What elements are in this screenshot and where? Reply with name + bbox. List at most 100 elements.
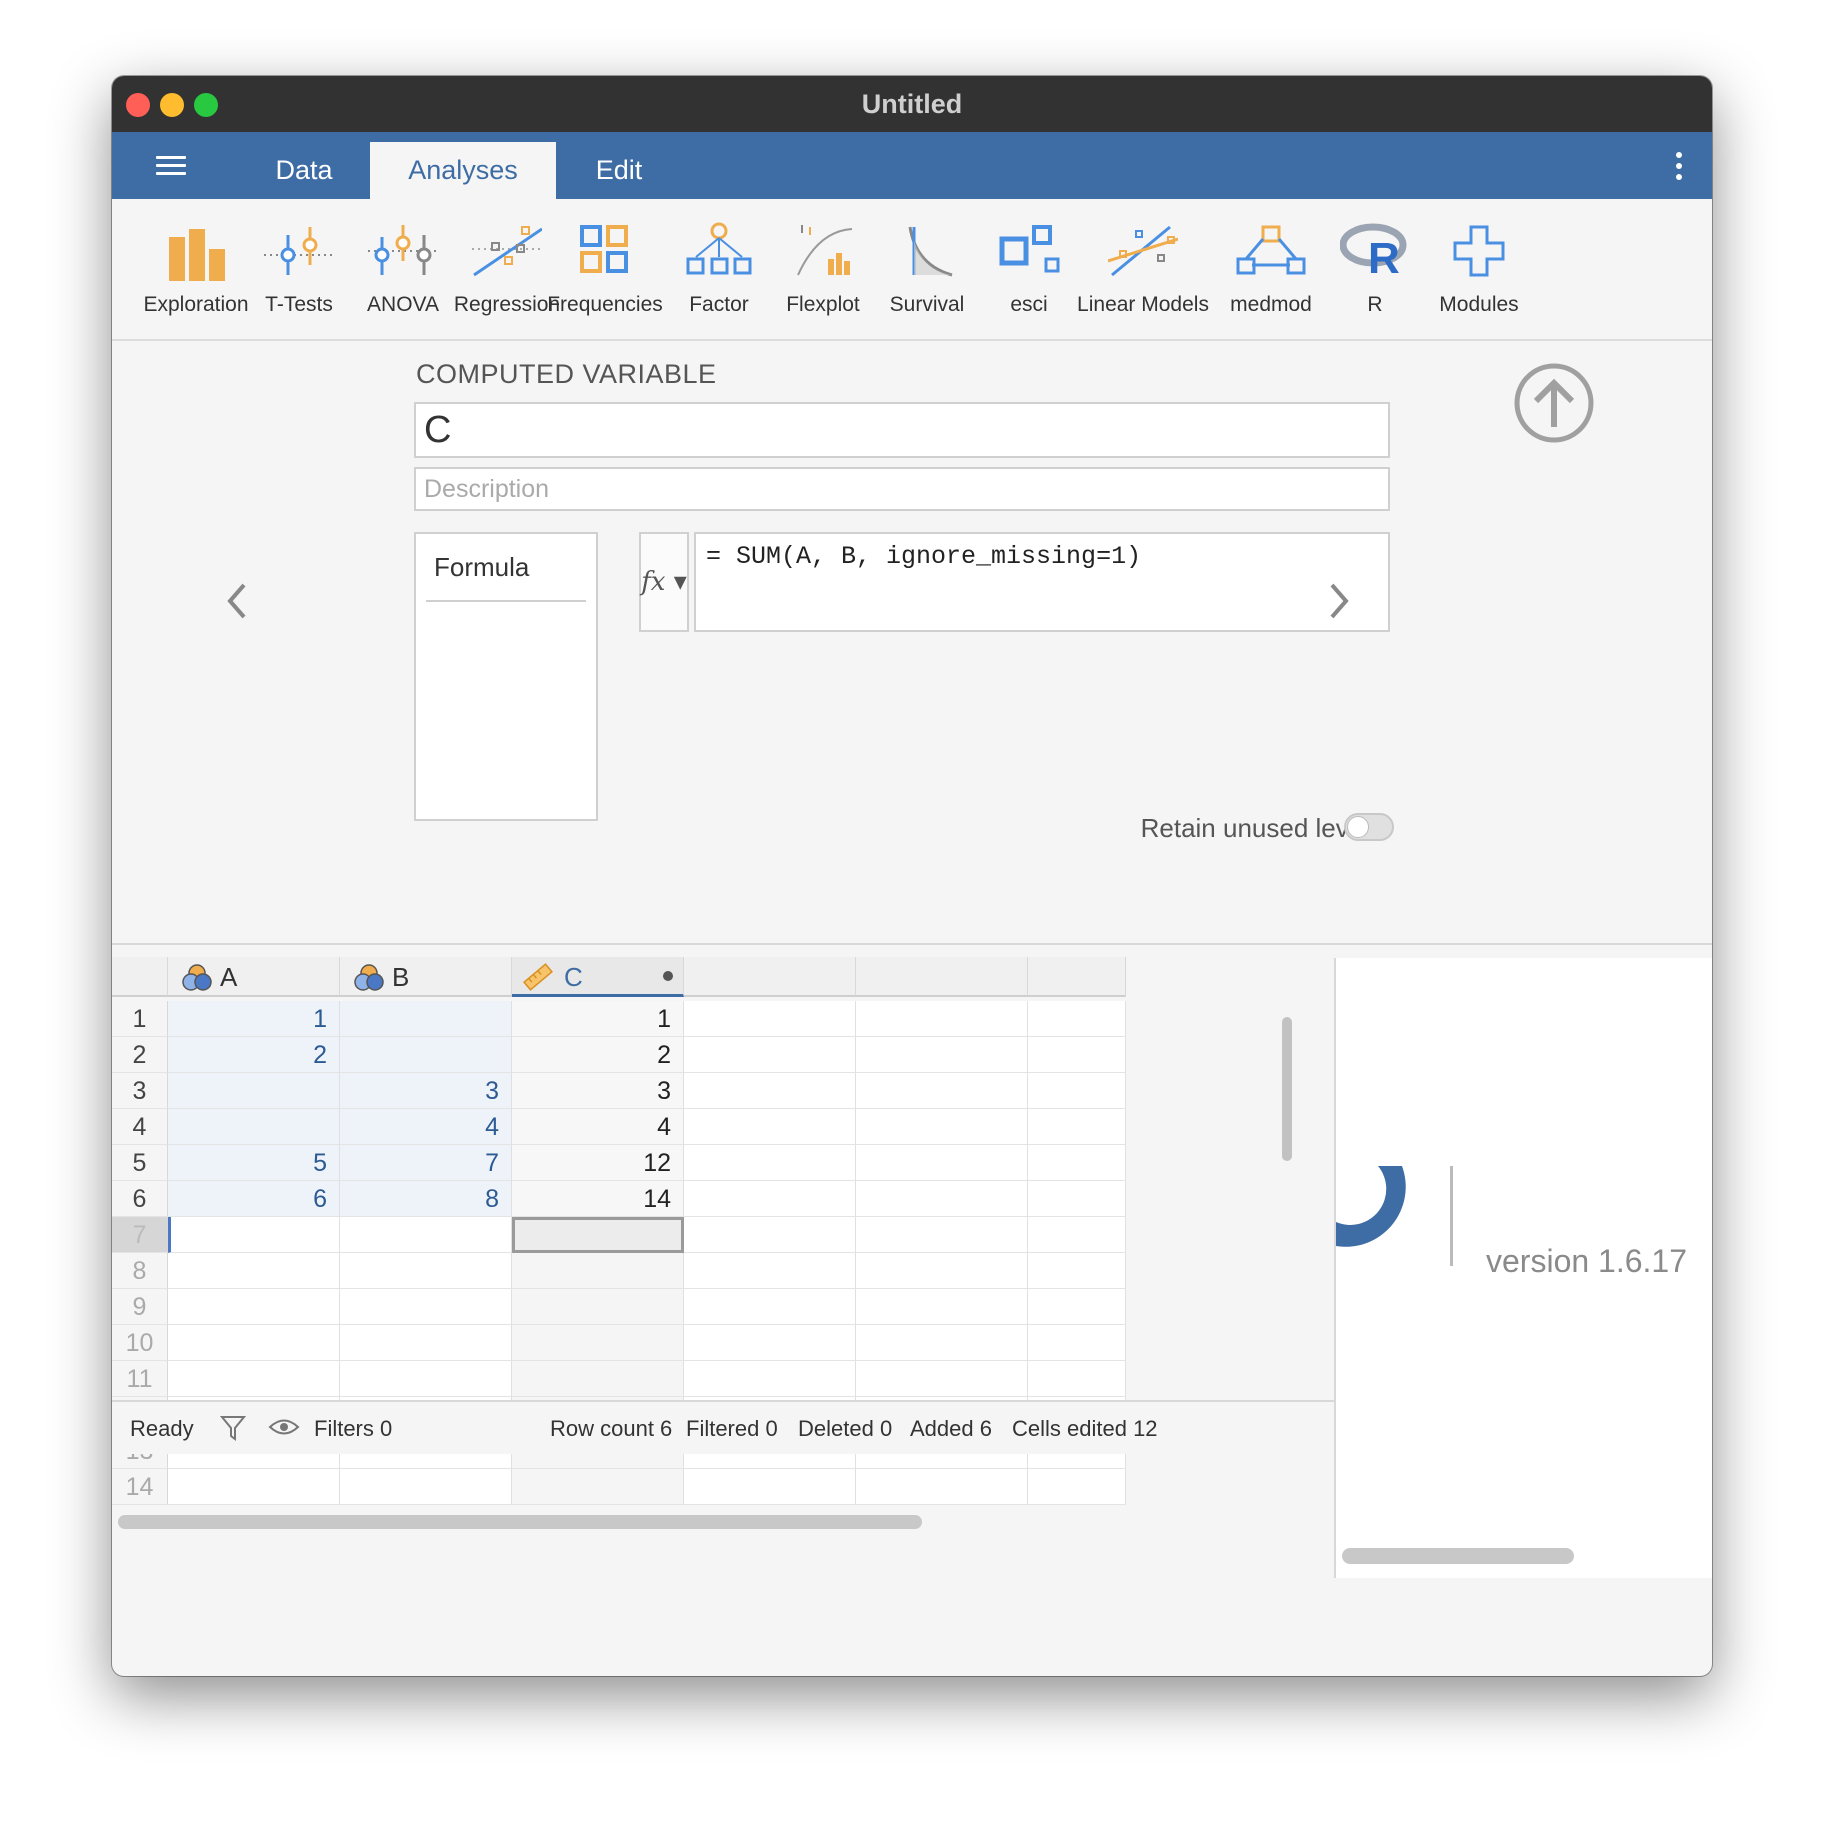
- table-cell[interactable]: [168, 1289, 340, 1325]
- table-cell[interactable]: [512, 1361, 684, 1397]
- table-cell[interactable]: [856, 1001, 1028, 1037]
- table-cell[interactable]: [684, 1145, 856, 1181]
- table-cell[interactable]: 2: [512, 1037, 684, 1073]
- table-cell[interactable]: [684, 1037, 856, 1073]
- table-cell[interactable]: [856, 1217, 1028, 1253]
- modules-button[interactable]: Modules: [1414, 199, 1544, 339]
- table-cell[interactable]: 1: [512, 1001, 684, 1037]
- column-header-a[interactable]: A: [168, 957, 340, 997]
- row-number[interactable]: 8: [112, 1253, 168, 1289]
- more-options-icon[interactable]: [1676, 152, 1682, 185]
- filter-icon[interactable]: [220, 1414, 246, 1442]
- table-cell[interactable]: [856, 1253, 1028, 1289]
- table-cell[interactable]: [340, 1361, 512, 1397]
- table-cell[interactable]: [512, 1217, 684, 1253]
- frequencies-button[interactable]: Frequencies: [540, 199, 670, 339]
- table-cell[interactable]: [512, 1325, 684, 1361]
- horizontal-scrollbar[interactable]: [118, 1513, 1278, 1529]
- table-cell[interactable]: 4: [340, 1109, 512, 1145]
- table-cell[interactable]: [856, 1325, 1028, 1361]
- vertical-scroll-thumb[interactable]: [1282, 1017, 1292, 1161]
- table-cell[interactable]: 4: [512, 1109, 684, 1145]
- row-number[interactable]: 14: [112, 1469, 168, 1505]
- table-cell[interactable]: [340, 1037, 512, 1073]
- table-cell[interactable]: [1028, 1181, 1126, 1217]
- table-cell[interactable]: [1028, 1073, 1126, 1109]
- table-cell[interactable]: 3: [340, 1073, 512, 1109]
- table-cell[interactable]: [856, 1469, 1028, 1505]
- table-cell[interactable]: [1028, 1253, 1126, 1289]
- function-picker-button[interactable]: fx ▾: [639, 532, 689, 632]
- table-cell[interactable]: 12: [512, 1145, 684, 1181]
- row-number[interactable]: 5: [112, 1145, 168, 1181]
- results-horizontal-scrollbar[interactable]: [1342, 1548, 1574, 1564]
- table-cell[interactable]: [684, 1001, 856, 1037]
- tab-edit[interactable]: Edit: [556, 142, 682, 199]
- table-cell[interactable]: [856, 1037, 1028, 1073]
- table-cell[interactable]: [856, 1073, 1028, 1109]
- table-cell[interactable]: [1028, 1289, 1126, 1325]
- eye-icon[interactable]: [268, 1416, 300, 1438]
- column-header-empty[interactable]: [856, 957, 1028, 997]
- row-number[interactable]: 11: [112, 1361, 168, 1397]
- row-number[interactable]: 1: [112, 1001, 168, 1037]
- table-cell[interactable]: 6: [168, 1181, 340, 1217]
- table-cell[interactable]: 3: [512, 1073, 684, 1109]
- table-cell[interactable]: [340, 1289, 512, 1325]
- table-cell[interactable]: [512, 1469, 684, 1505]
- table-cell[interactable]: 2: [168, 1037, 340, 1073]
- previous-variable-icon[interactable]: [222, 581, 252, 621]
- table-cell[interactable]: 5: [168, 1145, 340, 1181]
- table-cell[interactable]: [1028, 1109, 1126, 1145]
- table-cell[interactable]: [168, 1253, 340, 1289]
- column-header-empty[interactable]: [684, 957, 856, 997]
- table-cell[interactable]: [684, 1073, 856, 1109]
- row-number[interactable]: 3: [112, 1073, 168, 1109]
- table-cell[interactable]: [856, 1181, 1028, 1217]
- table-cell[interactable]: [856, 1109, 1028, 1145]
- table-cell[interactable]: [340, 1325, 512, 1361]
- table-cell[interactable]: [1028, 1145, 1126, 1181]
- table-cell[interactable]: [1028, 1469, 1126, 1505]
- table-cell[interactable]: [168, 1109, 340, 1145]
- horizontal-scroll-thumb[interactable]: [118, 1515, 922, 1529]
- table-cell[interactable]: [340, 1217, 512, 1253]
- table-cell[interactable]: [168, 1361, 340, 1397]
- table-cell[interactable]: [168, 1073, 340, 1109]
- table-cell[interactable]: [1028, 1001, 1126, 1037]
- table-cell[interactable]: [684, 1325, 856, 1361]
- table-cell[interactable]: 1: [168, 1001, 340, 1037]
- table-cell[interactable]: [684, 1469, 856, 1505]
- table-cell[interactable]: 7: [340, 1145, 512, 1181]
- row-number[interactable]: 4: [112, 1109, 168, 1145]
- column-header-empty[interactable]: [1028, 957, 1126, 997]
- table-cell[interactable]: [512, 1253, 684, 1289]
- row-number[interactable]: 6: [112, 1181, 168, 1217]
- linear-models-button[interactable]: Linear Models: [1077, 199, 1209, 339]
- column-header-b[interactable]: B: [340, 957, 512, 997]
- esci-button[interactable]: esci: [964, 199, 1094, 339]
- description-input[interactable]: Description: [414, 467, 1390, 511]
- row-number[interactable]: 10: [112, 1325, 168, 1361]
- tab-data[interactable]: Data: [236, 142, 372, 199]
- table-cell[interactable]: [684, 1253, 856, 1289]
- tab-analyses[interactable]: Analyses: [370, 142, 556, 199]
- row-number[interactable]: 2: [112, 1037, 168, 1073]
- table-cell[interactable]: [340, 1001, 512, 1037]
- table-cell[interactable]: [1028, 1361, 1126, 1397]
- table-cell[interactable]: [1028, 1325, 1126, 1361]
- table-cell[interactable]: [856, 1145, 1028, 1181]
- table-cell[interactable]: [856, 1361, 1028, 1397]
- table-cell[interactable]: [684, 1109, 856, 1145]
- table-cell[interactable]: 14: [512, 1181, 684, 1217]
- table-cell[interactable]: [856, 1289, 1028, 1325]
- retain-unused-levels-toggle[interactable]: [1344, 813, 1394, 841]
- next-variable-icon[interactable]: [1324, 581, 1354, 621]
- table-cell[interactable]: [684, 1217, 856, 1253]
- table-cell[interactable]: 8: [340, 1181, 512, 1217]
- table-cell[interactable]: [168, 1469, 340, 1505]
- table-cell[interactable]: [684, 1361, 856, 1397]
- formula-input[interactable]: = SUM(A, B, ignore_missing=1): [694, 532, 1390, 632]
- row-number[interactable]: 9: [112, 1289, 168, 1325]
- table-cell[interactable]: [1028, 1037, 1126, 1073]
